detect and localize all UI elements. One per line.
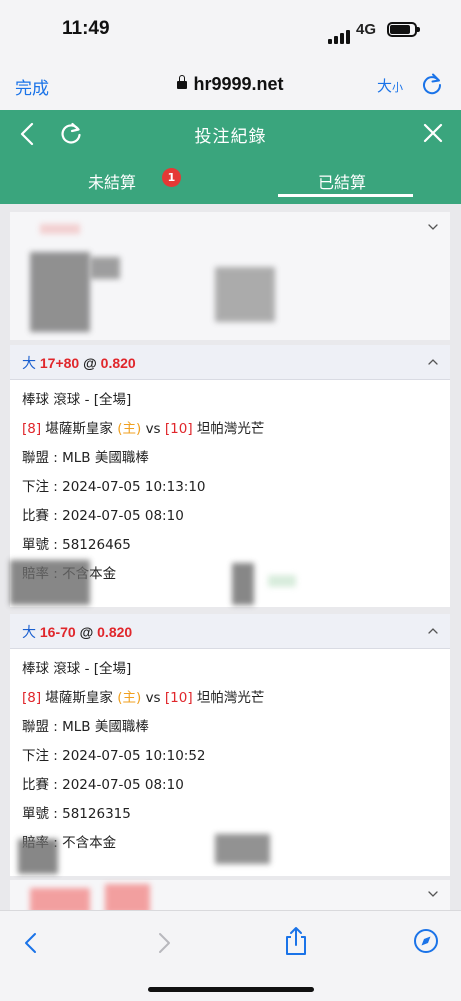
- tab-unsettled[interactable]: 未結算: [88, 169, 136, 193]
- league-row: 聯盟 : MLB 美國職棒: [22, 719, 149, 735]
- bet-line: 16-70: [39, 624, 76, 640]
- redaction-smudge: [30, 252, 90, 332]
- bet-type: 大: [22, 624, 36, 640]
- tab-bar: 未結算 1 已結算: [0, 158, 461, 204]
- bet-card-partial[interactable]: [10, 880, 450, 910]
- bet-odds: 0.820: [100, 355, 136, 371]
- redaction-smudge: [10, 560, 90, 605]
- close-icon[interactable]: [422, 122, 444, 144]
- placed-time-row: 下注 : 2024-07-05 10:13:10: [22, 479, 206, 495]
- bet-card-body: 棒球 滾球 - [全場] [8] 堪薩斯皇家 (主) vs [10] 坦帕灣光芒…: [10, 649, 450, 858]
- reload-icon[interactable]: [420, 72, 444, 96]
- home-team: 堪薩斯皇家: [45, 690, 113, 706]
- ticket-number-row: 單號 : 58126465: [22, 537, 131, 553]
- app-header: 投注紀錄: [0, 110, 461, 158]
- bet-card-header[interactable]: 大 17+80 @ 0.820: [10, 345, 450, 380]
- redaction-smudge: [215, 267, 275, 322]
- share-icon[interactable]: [283, 926, 309, 956]
- bet-odds: 0.820: [97, 624, 133, 640]
- redaction-smudge: [232, 563, 254, 605]
- chevron-up-icon[interactable]: [428, 357, 438, 367]
- redaction-smudge: [268, 575, 296, 587]
- bet-card-body: 棒球 滾球 - [全場] [8] 堪薩斯皇家 (主) vs [10] 坦帕灣光芒…: [10, 380, 450, 589]
- text-size-small: 小: [392, 81, 404, 94]
- bet-summary: 大 16-70 @ 0.820: [22, 622, 132, 642]
- lock-icon: [177, 75, 188, 89]
- sport-row: 棒球 滾球 - [全場]: [22, 661, 132, 677]
- ticket-number-row: 單號 : 58126315: [22, 806, 131, 822]
- battery-icon: [387, 22, 420, 37]
- browser-back-icon[interactable]: [22, 931, 40, 955]
- bet-at: @: [79, 624, 94, 640]
- versus-label: vs: [145, 690, 161, 706]
- text-size-big: 大: [377, 77, 393, 95]
- status-time: 11:49: [62, 18, 110, 39]
- teams-row: [8] 堪薩斯皇家 (主) vs [10] 坦帕灣光芒: [22, 684, 438, 713]
- bet-list[interactable]: 大 17+80 @ 0.820 棒球 滾球 - [全場] [8] 堪薩斯皇家 (…: [0, 204, 461, 910]
- browser-toolbar: [0, 910, 461, 1001]
- match-time-row: 比賽 : 2024-07-05 08:10: [22, 508, 184, 524]
- status-bar: 11:49 4G: [0, 0, 461, 62]
- sport-row: 棒球 滾球 - [全場]: [22, 392, 132, 408]
- redaction-smudge: [215, 834, 270, 864]
- network-label: 4G: [356, 21, 377, 38]
- browser-bar: 完成 hr9999.net 大小: [0, 62, 461, 110]
- bet-card-obscured[interactable]: [10, 212, 450, 340]
- home-team: 堪薩斯皇家: [45, 421, 113, 437]
- bet-card[interactable]: 大 17+80 @ 0.820 棒球 滾球 - [全場] [8] 堪薩斯皇家 (…: [10, 345, 450, 607]
- chevron-up-icon[interactable]: [428, 626, 438, 636]
- away-team: 坦帕灣光芒: [196, 421, 265, 437]
- home-marker: (主): [117, 421, 142, 437]
- placed-time-row: 下注 : 2024-07-05 10:10:52: [22, 748, 206, 764]
- bet-at: @: [83, 355, 97, 371]
- signal-icon: [328, 25, 352, 44]
- url-text: hr9999.net: [193, 74, 284, 94]
- chevron-down-icon[interactable]: [428, 889, 438, 899]
- home-indicator: [148, 987, 314, 992]
- unsettled-count-badge: 1: [162, 168, 181, 187]
- match-time-row: 比賽 : 2024-07-05 08:10: [22, 777, 184, 793]
- browser-forward-icon[interactable]: [155, 931, 173, 955]
- redaction-smudge: [90, 257, 120, 279]
- bet-summary: 大 17+80 @ 0.820: [22, 353, 136, 373]
- home-seed: [8]: [22, 690, 42, 706]
- versus-label: vs: [145, 421, 161, 437]
- redaction-smudge: [105, 884, 150, 910]
- compass-icon[interactable]: [413, 928, 439, 954]
- redaction-smudge: [18, 839, 58, 874]
- text-size-button[interactable]: 大小: [377, 75, 403, 96]
- bet-line: 17+80: [39, 355, 80, 371]
- chevron-down-icon[interactable]: [428, 222, 438, 232]
- teams-row: [8] 堪薩斯皇家 (主) vs [10] 坦帕灣光芒: [22, 415, 438, 444]
- redaction-smudge: [40, 224, 80, 234]
- away-seed: [10]: [164, 421, 193, 437]
- redaction-smudge: [30, 888, 90, 910]
- bet-card[interactable]: 大 16-70 @ 0.820 棒球 滾球 - [全場] [8] 堪薩斯皇家 (…: [10, 614, 450, 876]
- home-marker: (主): [117, 690, 142, 706]
- league-row: 聯盟 : MLB 美國職棒: [22, 450, 149, 466]
- active-tab-indicator: [278, 194, 413, 197]
- tab-settled[interactable]: 已結算: [318, 169, 366, 193]
- away-team: 坦帕灣光芒: [196, 690, 265, 706]
- page-title: 投注紀錄: [194, 127, 267, 147]
- bet-type: 大: [22, 355, 36, 371]
- bet-card-header[interactable]: 大 16-70 @ 0.820: [10, 614, 450, 649]
- home-seed: [8]: [22, 421, 42, 437]
- away-seed: [10]: [164, 690, 193, 706]
